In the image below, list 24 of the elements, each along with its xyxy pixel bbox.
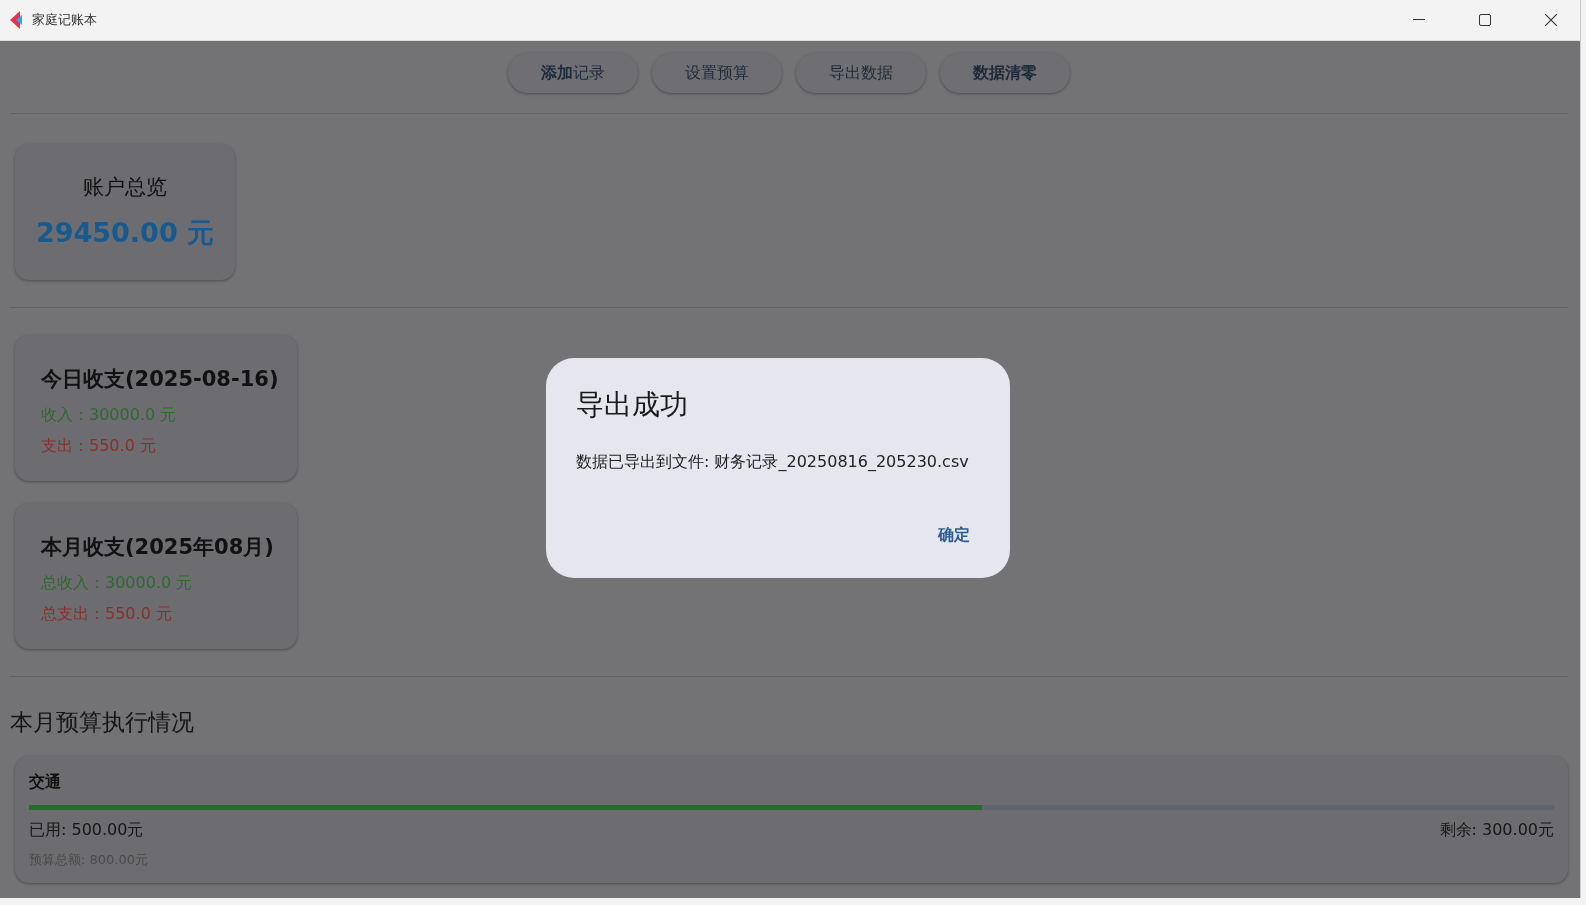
toolbar-button[interactable]: 添加记录 bbox=[508, 53, 638, 93]
toolbar-button[interactable]: 设置预算 bbox=[652, 53, 782, 93]
close-icon bbox=[1545, 14, 1557, 26]
confirm-button[interactable]: 确定 bbox=[922, 517, 986, 554]
balance-amount: 29450.00 元 bbox=[35, 216, 215, 250]
card-title: 今日收支(2025-08-16) bbox=[41, 366, 280, 393]
card-title: 本月收支(2025年08月) bbox=[41, 534, 275, 561]
income-text: 总收入：30000.0 元 bbox=[41, 573, 194, 594]
toolbar-button[interactable]: 导出数据 bbox=[796, 53, 926, 93]
expense-text: 总支出：550.0 元 bbox=[41, 604, 173, 625]
income-text: 收入：30000.0 元 bbox=[41, 405, 178, 426]
toolbar-button[interactable]: 数据清零 bbox=[940, 53, 1070, 93]
expense-text: 支出：550.0 元 bbox=[41, 436, 157, 457]
card-title: 账户总览 bbox=[83, 174, 167, 201]
used-amount: 已用: 500.00元 bbox=[29, 820, 144, 841]
maximize-icon bbox=[1479, 14, 1491, 26]
window-title: 家庭记账本 bbox=[32, 11, 98, 29]
dialog-message: 数据已导出到文件: 财务记录_20250816_205230.csv bbox=[576, 452, 970, 473]
dialog-title: 导出成功 bbox=[576, 387, 689, 423]
remaining-amount: 剩余: 300.00元 bbox=[1439, 820, 1554, 841]
app-logo-icon bbox=[8, 11, 24, 29]
section-heading: 本月预算执行情况 bbox=[10, 708, 195, 737]
category-label: 交通 bbox=[29, 772, 62, 793]
minimize-icon bbox=[1413, 19, 1425, 21]
